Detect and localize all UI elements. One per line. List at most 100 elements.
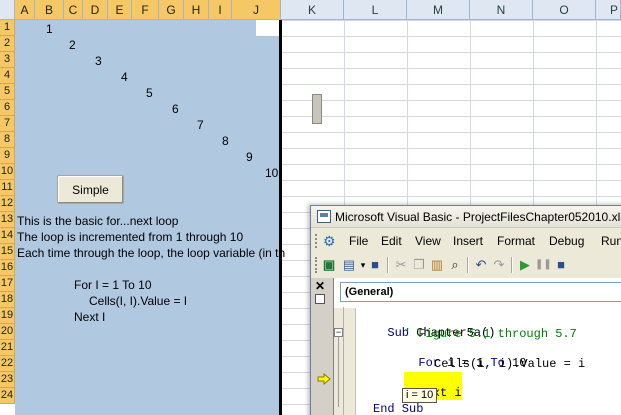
- copy-icon[interactable]: ❐: [411, 257, 427, 273]
- vba-editor-title-bar[interactable]: Microsoft Visual Basic - ProjectFilesCha…: [311, 206, 621, 228]
- restore-icon[interactable]: [315, 294, 325, 304]
- cell-b2[interactable]: 2: [69, 38, 76, 52]
- redo-icon[interactable]: ↷: [491, 257, 507, 273]
- column-header-l[interactable]: L: [344, 0, 407, 20]
- excel-view-icon[interactable]: ▣: [321, 257, 337, 273]
- column-header-h[interactable]: H: [184, 0, 209, 20]
- code-line-comment[interactable]: ' Figure 5.1 through 5.7: [404, 327, 577, 341]
- column-header-d[interactable]: D: [83, 0, 108, 20]
- menu-run[interactable]: Run: [601, 230, 621, 252]
- select-all-corner[interactable]: [0, 0, 15, 20]
- toolbar-separator: [387, 257, 388, 273]
- row-header-1[interactable]: 1: [0, 20, 15, 36]
- toolbar-grip[interactable]: [315, 257, 318, 273]
- cell-d4[interactable]: 4: [121, 70, 128, 84]
- note-line-3[interactable]: Each time through the loop, the loop var…: [17, 246, 285, 260]
- cell-f6[interactable]: 6: [172, 102, 179, 116]
- vba-system-menu-icon[interactable]: ⚙: [323, 234, 336, 248]
- vba-standard-toolbar: ▣ ▤ ▾ ■ ✂ ❐ ▥ ⌕ ↶ ↷ ▶ ❚❚ ■: [311, 253, 621, 277]
- row-header-19[interactable]: 19: [0, 308, 15, 324]
- menubar-grip[interactable]: [315, 234, 318, 248]
- row-header-13[interactable]: 13: [0, 212, 15, 228]
- menu-file[interactable]: File: [349, 230, 368, 252]
- break-icon[interactable]: ❚❚: [535, 257, 552, 273]
- row-header-15[interactable]: 15: [0, 244, 15, 260]
- row-header-8[interactable]: 8: [0, 132, 15, 148]
- vba-editor-title: Microsoft Visual Basic - ProjectFilesCha…: [335, 210, 621, 224]
- menu-edit[interactable]: Edit: [381, 230, 402, 252]
- row-header-11[interactable]: 11: [0, 180, 15, 196]
- code-text: i: [454, 386, 462, 400]
- selection-border: [279, 20, 282, 415]
- note-line-1[interactable]: This is the basic for...next loop: [17, 214, 178, 228]
- row-header-7[interactable]: 7: [0, 116, 15, 132]
- column-header-j[interactable]: J: [232, 0, 281, 20]
- code-line-end-sub[interactable]: End Sub: [373, 402, 423, 415]
- row-header-20[interactable]: 20: [0, 324, 15, 340]
- column-header-n[interactable]: N: [470, 0, 533, 20]
- undo-icon[interactable]: ↶: [473, 257, 489, 273]
- row-header-14[interactable]: 14: [0, 228, 15, 244]
- collapse-icon[interactable]: −: [334, 328, 343, 337]
- row-header-16[interactable]: 16: [0, 260, 15, 276]
- find-icon[interactable]: ⌕: [447, 257, 463, 273]
- project-pane-scroll[interactable]: [312, 94, 322, 124]
- column-header-b[interactable]: B: [35, 0, 64, 20]
- menu-insert[interactable]: Insert: [453, 230, 483, 252]
- column-header-p[interactable]: P: [596, 0, 621, 20]
- run-icon[interactable]: ▶: [517, 257, 533, 273]
- note-line-2[interactable]: The loop is incremented from 1 through 1…: [17, 230, 243, 244]
- row-header-10[interactable]: 10: [0, 164, 15, 180]
- cell-a1[interactable]: 1: [46, 22, 53, 36]
- code-line-cells[interactable]: Cells(i, i).Value = i: [434, 357, 585, 371]
- code-example-line-3[interactable]: Next I: [74, 310, 105, 324]
- row-header-12[interactable]: 12: [0, 196, 15, 212]
- cell-c3[interactable]: 3: [95, 54, 102, 68]
- column-header-f[interactable]: F: [132, 0, 159, 20]
- paste-icon[interactable]: ▥: [429, 257, 445, 273]
- row-header-2[interactable]: 2: [0, 36, 15, 52]
- row-header-9[interactable]: 9: [0, 148, 15, 164]
- simple-macro-button[interactable]: Simple: [57, 175, 124, 204]
- row-header-6[interactable]: 6: [0, 100, 15, 116]
- vba-app-icon: [317, 210, 331, 223]
- procedure-line: [338, 337, 339, 407]
- row-header-23[interactable]: 23: [0, 372, 15, 388]
- execution-arrow-icon: [317, 372, 331, 386]
- close-icon[interactable]: ✕: [315, 280, 325, 292]
- toolbar-separator: [511, 257, 512, 273]
- column-header-m[interactable]: M: [407, 0, 470, 20]
- cell-g7[interactable]: 7: [197, 118, 204, 132]
- object-combo[interactable]: (General): [340, 282, 621, 302]
- reset-icon[interactable]: ■: [553, 257, 569, 273]
- column-header-i[interactable]: I: [209, 0, 232, 20]
- row-header-5[interactable]: 5: [0, 84, 15, 100]
- column-header-e[interactable]: E: [108, 0, 132, 20]
- menu-format[interactable]: Format: [497, 230, 535, 252]
- row-header-22[interactable]: 22: [0, 356, 15, 372]
- active-cell-j1[interactable]: [256, 20, 281, 36]
- column-header-a[interactable]: A: [15, 0, 35, 20]
- cell-j10[interactable]: 10: [265, 166, 278, 180]
- column-header-c[interactable]: C: [64, 0, 83, 20]
- code-example-line-2[interactable]: Cells(I, I).Value = I: [89, 294, 187, 308]
- cut-icon[interactable]: ✂: [393, 257, 409, 273]
- row-header-4[interactable]: 4: [0, 68, 15, 84]
- row-header-21[interactable]: 21: [0, 340, 15, 356]
- column-header-k[interactable]: K: [281, 0, 344, 20]
- save-icon[interactable]: ■: [367, 257, 383, 273]
- column-header-o[interactable]: O: [533, 0, 596, 20]
- menu-debug[interactable]: Debug: [549, 230, 584, 252]
- row-header-24[interactable]: 24: [0, 388, 15, 404]
- cell-h8[interactable]: 8: [222, 134, 229, 148]
- code-example-line-1[interactable]: For I = 1 To 10: [74, 278, 152, 292]
- menu-view[interactable]: View: [415, 230, 441, 252]
- vba-editor-window[interactable]: Microsoft Visual Basic - ProjectFilesCha…: [310, 205, 621, 415]
- code-separator: [343, 307, 344, 415]
- row-header-17[interactable]: 17: [0, 276, 15, 292]
- cell-i9[interactable]: 9: [246, 150, 253, 164]
- cell-e5[interactable]: 5: [146, 86, 153, 100]
- column-header-g[interactable]: G: [159, 0, 184, 20]
- row-header-18[interactable]: 18: [0, 292, 15, 308]
- row-header-3[interactable]: 3: [0, 52, 15, 68]
